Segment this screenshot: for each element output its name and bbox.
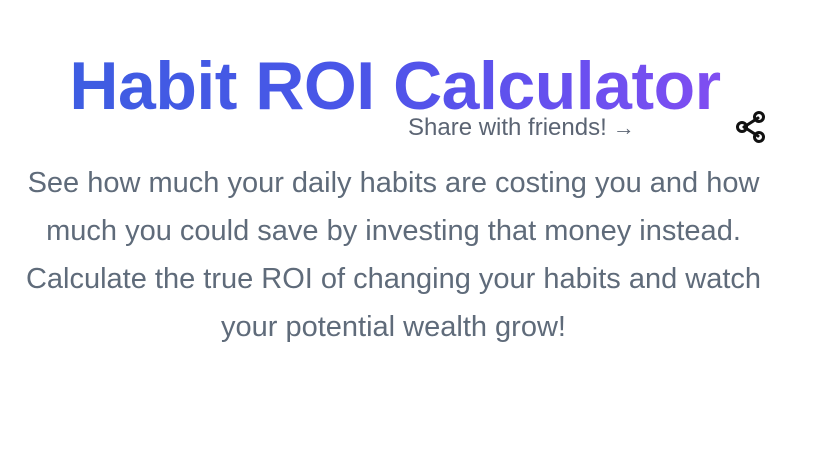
share-icon-node-left	[736, 121, 748, 133]
share-icon[interactable]	[733, 109, 769, 145]
intro-description: See how much your daily habits are costi…	[25, 167, 762, 343]
arrow-right-icon[interactable]: →	[613, 115, 635, 141]
share-link[interactable]: Share with friends!	[408, 112, 607, 144]
share-row: Share with friends! →	[408, 112, 635, 144]
page: Habit ROI Calculator Share with friends!…	[0, 0, 815, 473]
page-title: Habit ROI Calculator	[0, 46, 790, 126]
